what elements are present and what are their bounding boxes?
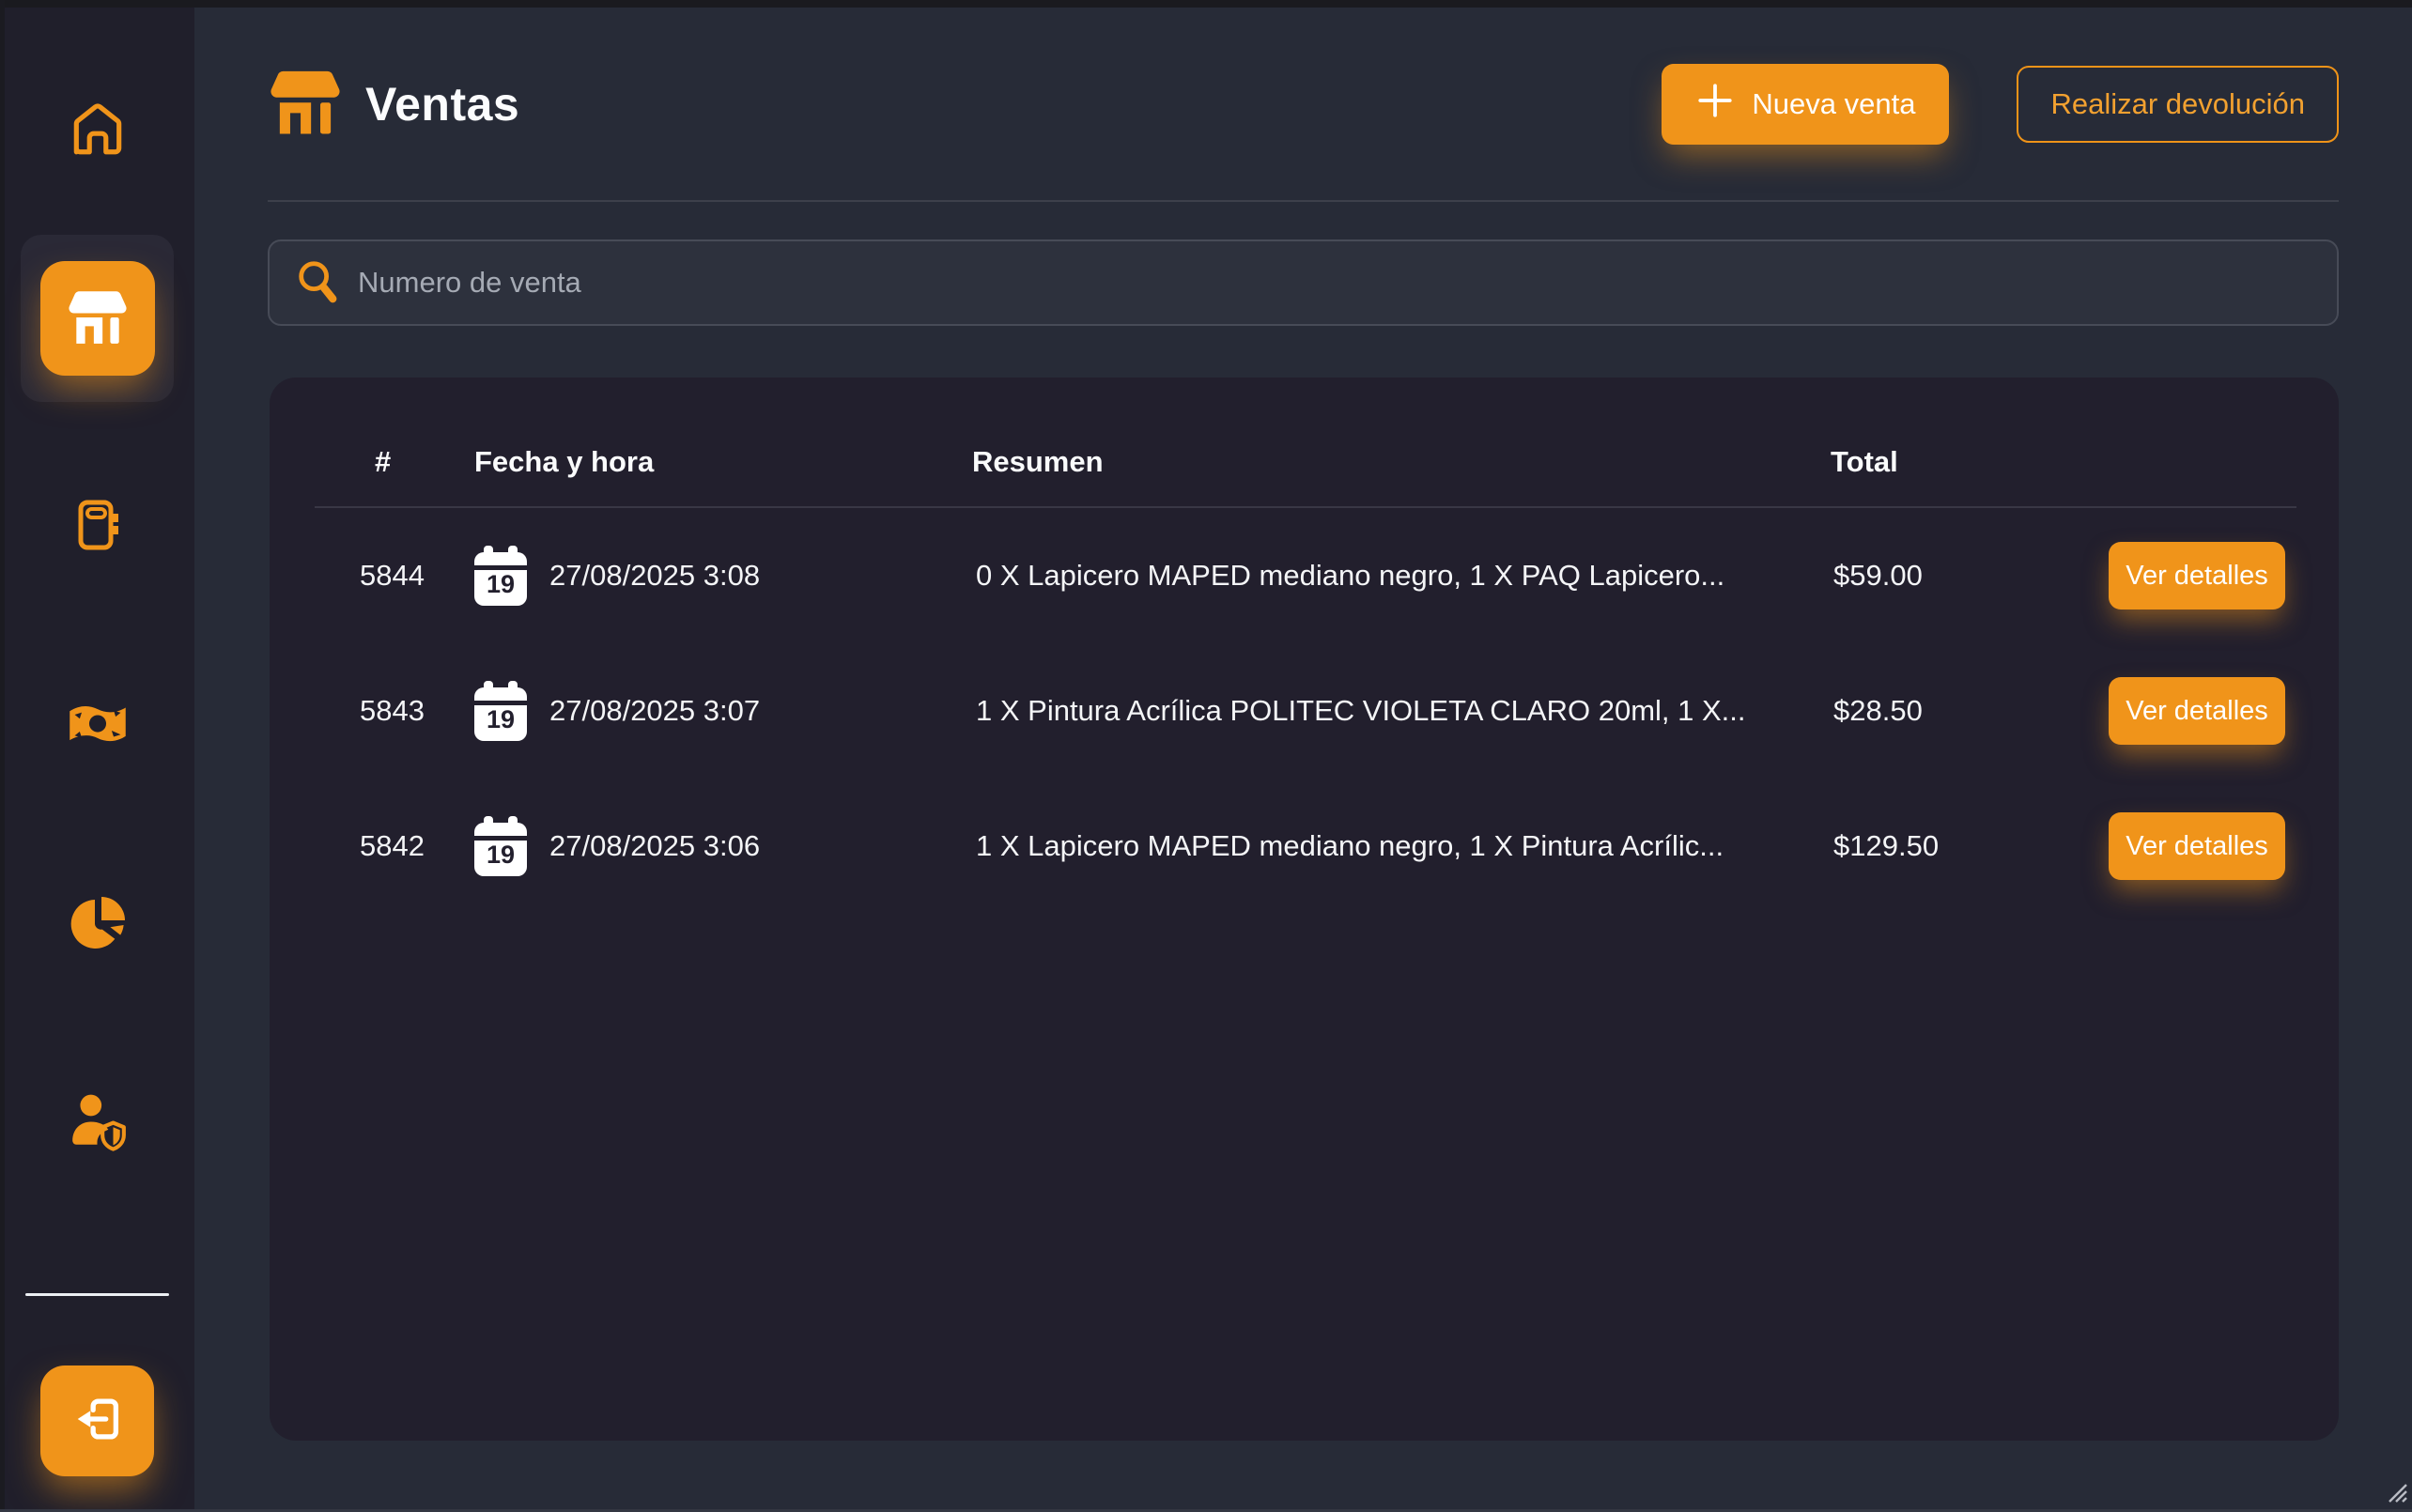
sale-summary: 1 X Lapicero MAPED mediano negro, 1 X Pi… <box>976 829 1724 863</box>
calendar-icon: 19 <box>474 816 527 876</box>
view-details-button[interactable]: Ver detalles <box>2109 812 2285 880</box>
sidebar <box>0 8 194 1512</box>
table-row: 5843 19 27/08/2025 3:07 1 X Pintura Acrí… <box>270 643 2339 779</box>
search-input[interactable] <box>356 265 2312 301</box>
sidebar-item-sales-active <box>21 235 174 402</box>
sales-table-card: # Fecha y hora Resumen Total 5844 19 27/… <box>270 378 2339 1441</box>
resize-grip[interactable] <box>2380 1475 2408 1508</box>
search-icon <box>294 256 341 310</box>
plus-icon <box>1695 81 1735 128</box>
sidebar-item-home[interactable] <box>0 98 194 160</box>
app-window: Ventas Nueva venta Realizar devolución <box>0 0 2412 1512</box>
sidebar-item-notebook[interactable] <box>0 496 194 556</box>
sidebar-divider <box>25 1293 169 1296</box>
refund-button[interactable]: Realizar devolución <box>2017 66 2339 143</box>
logout-button[interactable] <box>40 1365 154 1476</box>
store-icon <box>67 287 129 350</box>
view-details-button[interactable]: Ver detalles <box>2109 542 2285 609</box>
sale-total: $28.50 <box>1833 694 1923 728</box>
column-header-summary: Resumen <box>972 445 1104 479</box>
calendar-icon: 19 <box>474 546 527 606</box>
notebook-icon <box>68 496 128 556</box>
column-header-id: # <box>375 445 391 479</box>
view-details-button[interactable]: Ver detalles <box>2109 677 2285 745</box>
sidebar-item-sales[interactable] <box>40 261 155 376</box>
window-top-edge <box>0 0 2412 8</box>
search-bar <box>268 239 2339 326</box>
table-header: # Fecha y hora Resumen Total <box>270 378 2339 507</box>
column-header-total: Total <box>1831 445 1898 479</box>
sale-id: 5842 <box>360 829 425 863</box>
home-icon <box>67 98 129 160</box>
pie-chart-icon <box>68 894 128 954</box>
sale-datetime: 27/08/2025 3:07 <box>549 694 760 728</box>
new-sale-button[interactable]: Nueva venta <box>1662 64 1949 145</box>
sale-id: 5844 <box>360 559 425 593</box>
sale-total: $59.00 <box>1833 559 1923 593</box>
calendar-icon: 19 <box>474 681 527 741</box>
page-title: Ventas <box>365 77 519 131</box>
new-sale-label: Nueva venta <box>1752 87 1915 121</box>
sidebar-item-reports[interactable] <box>0 894 194 954</box>
table-row: 5844 19 27/08/2025 3:08 0 X Lapicero MAP… <box>270 508 2339 643</box>
sidebar-item-money[interactable] <box>0 699 194 748</box>
header-divider <box>268 200 2339 202</box>
table-row: 5842 19 27/08/2025 3:06 1 X Lapicero MAP… <box>270 779 2339 914</box>
sale-id: 5843 <box>360 694 425 728</box>
sale-total: $129.50 <box>1833 829 1939 863</box>
money-icon <box>66 699 130 748</box>
calendar-day: 19 <box>474 705 527 734</box>
sale-datetime: 27/08/2025 3:06 <box>549 829 760 863</box>
sidebar-item-users[interactable] <box>0 1089 194 1151</box>
sale-summary: 0 X Lapicero MAPED mediano negro, 1 X PA… <box>976 559 1724 593</box>
column-header-date: Fecha y hora <box>474 445 654 479</box>
sale-summary: 1 X Pintura Acrílica POLITEC VIOLETA CLA… <box>976 694 1746 728</box>
logout-icon <box>69 1390 127 1453</box>
store-title-icon <box>268 67 343 141</box>
page-header: Ventas Nueva venta Realizar devolución <box>268 8 2339 200</box>
table-body: 5844 19 27/08/2025 3:08 0 X Lapicero MAP… <box>270 508 2339 1441</box>
sale-datetime: 27/08/2025 3:08 <box>549 559 760 593</box>
window-left-edge <box>0 0 5 1512</box>
user-shield-icon <box>67 1089 129 1151</box>
calendar-day: 19 <box>474 841 527 870</box>
calendar-day: 19 <box>474 570 527 599</box>
main-content: Ventas Nueva venta Realizar devolución <box>194 8 2412 1512</box>
